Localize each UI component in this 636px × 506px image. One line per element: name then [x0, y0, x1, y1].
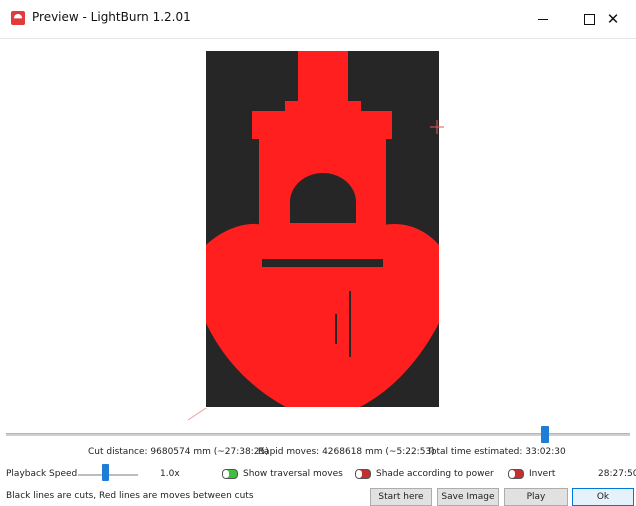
save-image-button[interactable]: Save Image	[437, 488, 499, 506]
lightburn-app-icon	[11, 11, 25, 25]
playback-speed-label: Playback Speed	[6, 469, 78, 479]
elapsed-time: 28:27:50	[598, 469, 636, 479]
speed-value: 1.0x	[160, 469, 180, 479]
close-icon: ✕	[606, 10, 620, 28]
cut-distance-text: Cut distance: 9680574 mm (~27:38:25)	[88, 447, 269, 457]
show-traversal-label: Show traversal moves	[243, 469, 343, 479]
status-text: Black lines are cuts, Red lines are move…	[6, 491, 254, 501]
progress-slider-track[interactable]	[6, 433, 630, 436]
progress-slider-handle[interactable]	[541, 426, 549, 443]
preview-canvas[interactable]	[0, 39, 636, 423]
shade-power-toggle[interactable]: Shade according to power	[355, 467, 494, 481]
toggle-switch-icon[interactable]	[508, 469, 524, 479]
invert-label: Invert	[529, 469, 556, 479]
toggle-switch-icon[interactable]	[222, 469, 238, 479]
stats-bar: Cut distance: 9680574 mm (~27:38:25) Rap…	[0, 447, 636, 461]
traversal-line	[187, 407, 207, 421]
invert-toggle[interactable]: Invert	[508, 467, 555, 481]
start-here-button[interactable]: Start here	[370, 488, 432, 506]
show-traversal-toggle[interactable]: Show traversal moves	[222, 467, 343, 481]
rapid-moves-text: Rapid moves: 4268618 mm (~5:22:53)	[258, 447, 435, 457]
preview-drawing	[187, 51, 444, 421]
title-bar: Preview - LightBurn 1.2.01 ✕	[0, 0, 636, 39]
toggle-switch-icon[interactable]	[355, 469, 371, 479]
window-title: Preview - LightBurn 1.2.01	[32, 10, 191, 24]
close-button[interactable]: ✕	[590, 0, 636, 38]
minimize-button[interactable]	[520, 0, 566, 38]
ok-button[interactable]: Ok	[572, 488, 634, 506]
shade-power-label: Shade according to power	[376, 469, 494, 479]
controls-row: Playback Speed 1.0x Show traversal moves…	[0, 467, 636, 483]
minimize-icon	[538, 18, 548, 20]
play-button[interactable]: Play	[504, 488, 568, 506]
bottom-bar: Black lines are cuts, Red lines are move…	[0, 487, 636, 506]
inner-gap	[279, 223, 367, 225]
total-time-text: Total time estimated: 33:02:30	[427, 447, 566, 457]
